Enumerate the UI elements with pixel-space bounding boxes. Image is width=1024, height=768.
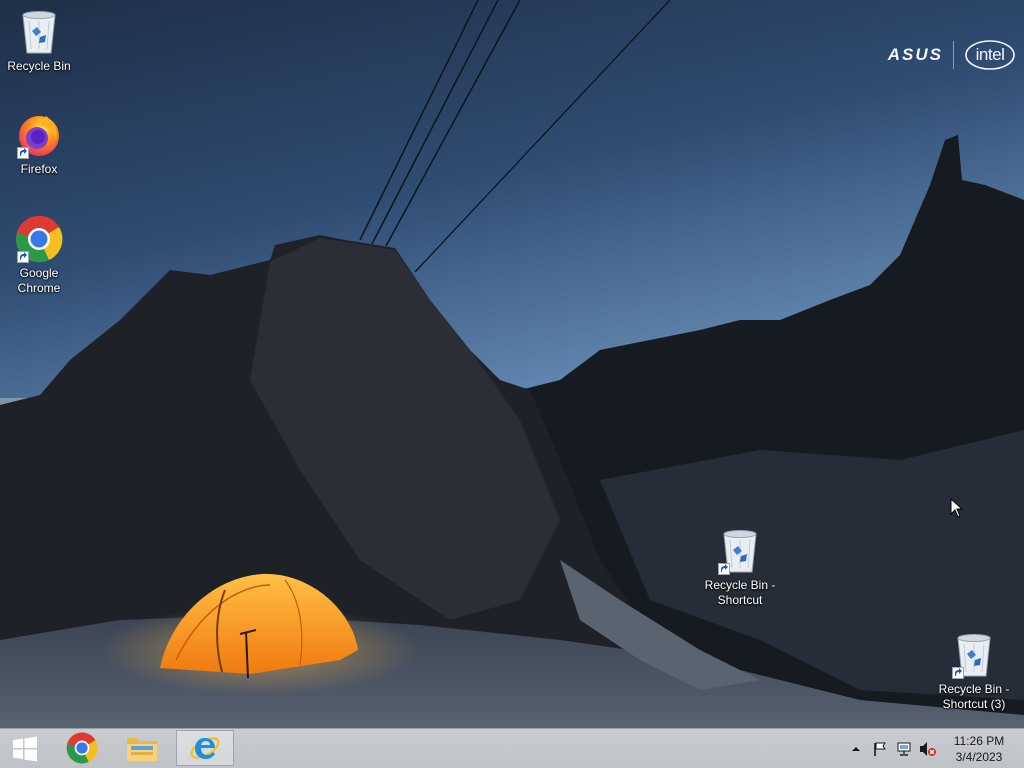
desktop-icon-label: Recycle Bin - Shortcut [704, 578, 776, 607]
taskbar-button-file-explorer[interactable] [113, 730, 171, 766]
network-icon[interactable] [892, 737, 916, 761]
taskbar-clock[interactable]: 11:26 PM 3/4/2023 [948, 733, 1010, 765]
desktop-icon-label: Google Chrome [17, 266, 61, 295]
show-hidden-icons-icon[interactable] [844, 737, 868, 761]
intel-logo-text: intel [975, 45, 1005, 64]
desktop-wallpaper [0, 0, 1024, 728]
firefox-icon [15, 111, 63, 159]
folder-icon [127, 738, 157, 761]
recycle-bin-icon [716, 527, 764, 575]
desktop-icon-recycle-bin[interactable]: Recycle Bin [1, 8, 77, 74]
desktop-icon-label: Recycle Bin - Shortcut (3) [938, 682, 1010, 711]
oem-branding: ASUS intel [888, 38, 1016, 72]
clock-date: 3/4/2023 [955, 749, 1003, 764]
system-tray: 11:26 PM 3/4/2023 [844, 729, 1024, 768]
recycle-bin-icon [15, 8, 63, 56]
desktop-icon-label: Firefox [20, 162, 58, 176]
volume-muted-icon[interactable] [916, 737, 940, 761]
internet-explorer-icon [190, 737, 220, 759]
mouse-cursor-icon [950, 498, 964, 518]
intel-logo: intel [964, 38, 1016, 72]
taskbar-button-chrome[interactable] [53, 730, 111, 766]
chrome-icon [15, 215, 63, 263]
desktop-icon-label: Recycle Bin [7, 59, 71, 73]
taskbar: 11:26 PM 3/4/2023 [0, 728, 1024, 768]
desktop-icon-google-chrome[interactable]: Google Chrome [1, 215, 77, 296]
desktop-icon-recycle-bin-shortcut-3[interactable]: Recycle Bin - Shortcut (3) [936, 631, 1012, 712]
desktop-icon-recycle-bin-shortcut[interactable]: Recycle Bin - Shortcut [702, 527, 778, 608]
start-button[interactable] [0, 729, 50, 768]
shortcut-arrow-icon [952, 667, 964, 679]
chrome-icon [66, 732, 98, 764]
clock-time: 11:26 PM [953, 733, 1005, 748]
desktop[interactable]: ASUS intel Recycle Bin Firefox Google Ch… [0, 0, 1024, 728]
shortcut-arrow-icon [718, 563, 730, 575]
recycle-bin-icon [950, 631, 998, 679]
shortcut-arrow-icon [17, 251, 29, 263]
desktop-icon-firefox[interactable]: Firefox [1, 111, 77, 177]
taskbar-button-internet-explorer[interactable] [176, 730, 234, 766]
windows-logo-icon [13, 736, 37, 761]
shortcut-arrow-icon [17, 147, 29, 159]
branding-divider [953, 41, 954, 69]
asus-logo: ASUS [887, 45, 943, 64]
action-center-flag-icon[interactable] [868, 737, 892, 761]
